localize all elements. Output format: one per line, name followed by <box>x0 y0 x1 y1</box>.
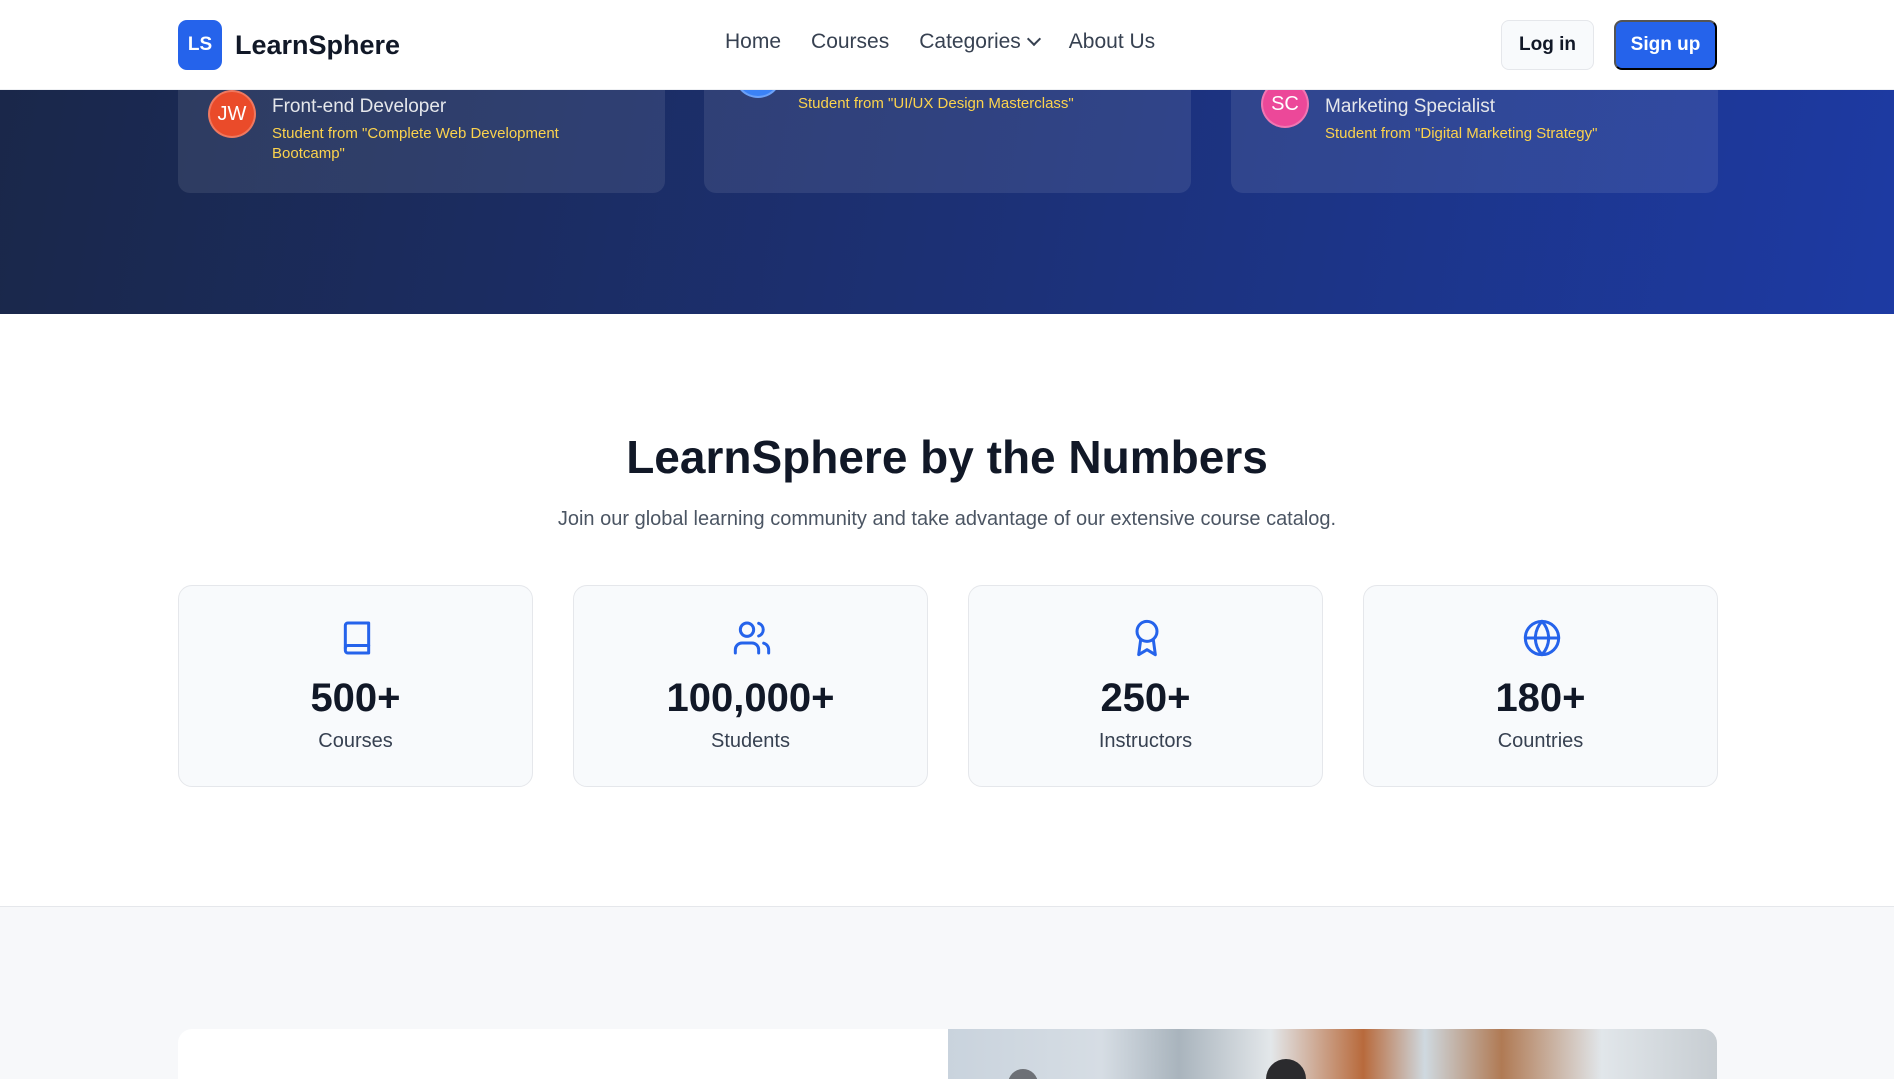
nav-home[interactable]: Home <box>725 30 781 54</box>
stat-value: 250+ <box>1100 676 1191 720</box>
login-button[interactable]: Log in <box>1501 20 1594 70</box>
avatar: JW <box>208 90 256 138</box>
feature-section <box>0 906 1894 1079</box>
stat-value: 100,000+ <box>666 676 835 720</box>
stat-card-students: 100,000+ Students <box>573 585 928 787</box>
feature-photo <box>948 1029 1717 1079</box>
stat-value: 500+ <box>310 676 401 720</box>
nav-about-us[interactable]: About Us <box>1069 30 1155 54</box>
brand-link[interactable]: LS LearnSphere <box>178 20 400 70</box>
award-icon <box>1135 619 1159 657</box>
testimonial-source: Student from "Complete Web Development B… <box>272 125 559 162</box>
users-icon <box>733 621 771 655</box>
book-icon <box>343 621 371 655</box>
testimonial-role: Marketing Specialist <box>1325 96 1496 117</box>
site-header: LS LearnSphere Home Courses Categories A… <box>0 0 1894 90</box>
photo-person-head <box>1266 1059 1306 1079</box>
stat-card-instructors: 250+ Instructors <box>968 585 1323 787</box>
nav-categories-label: Categories <box>919 30 1021 53</box>
nav-courses[interactable]: Courses <box>811 30 889 54</box>
photo-object <box>1008 1069 1038 1079</box>
testimonial-source: Student from "Digital Marketing Strategy… <box>1325 125 1598 142</box>
stats-subtitle: Join our global learning community and t… <box>557 508 1337 530</box>
feature-card <box>178 1029 948 1079</box>
nav-courses-label: Courses <box>811 30 890 53</box>
stat-label: Students <box>711 730 790 752</box>
nav-home-label: Home <box>725 30 782 53</box>
brand-name: LearnSphere <box>235 29 401 60</box>
stat-value: 180+ <box>1495 676 1586 720</box>
stat-card-countries: 180+ Countries <box>1363 585 1718 787</box>
nav-categories[interactable]: Categories <box>919 30 1041 54</box>
signup-button[interactable]: Sign up <box>1614 20 1717 70</box>
stat-label: Instructors <box>1098 730 1193 752</box>
brand-logo: LS <box>178 20 222 70</box>
testimonial-source: Student from "UI/UX Design Masterclass" <box>798 95 1074 112</box>
stat-label: Courses <box>318 730 393 752</box>
stat-card-courses: 500+ Courses <box>178 585 533 787</box>
stat-label: Countries <box>1497 730 1584 752</box>
globe-icon <box>1523 619 1561 657</box>
nav-about-label: About Us <box>1068 30 1156 53</box>
stats-title: LearnSphere by the Numbers <box>626 431 1268 483</box>
testimonial-role: Front-end Developer <box>272 96 447 117</box>
chevron-down-icon <box>1026 31 1041 47</box>
main-nav: Home Courses Categories About Us <box>725 30 1155 54</box>
